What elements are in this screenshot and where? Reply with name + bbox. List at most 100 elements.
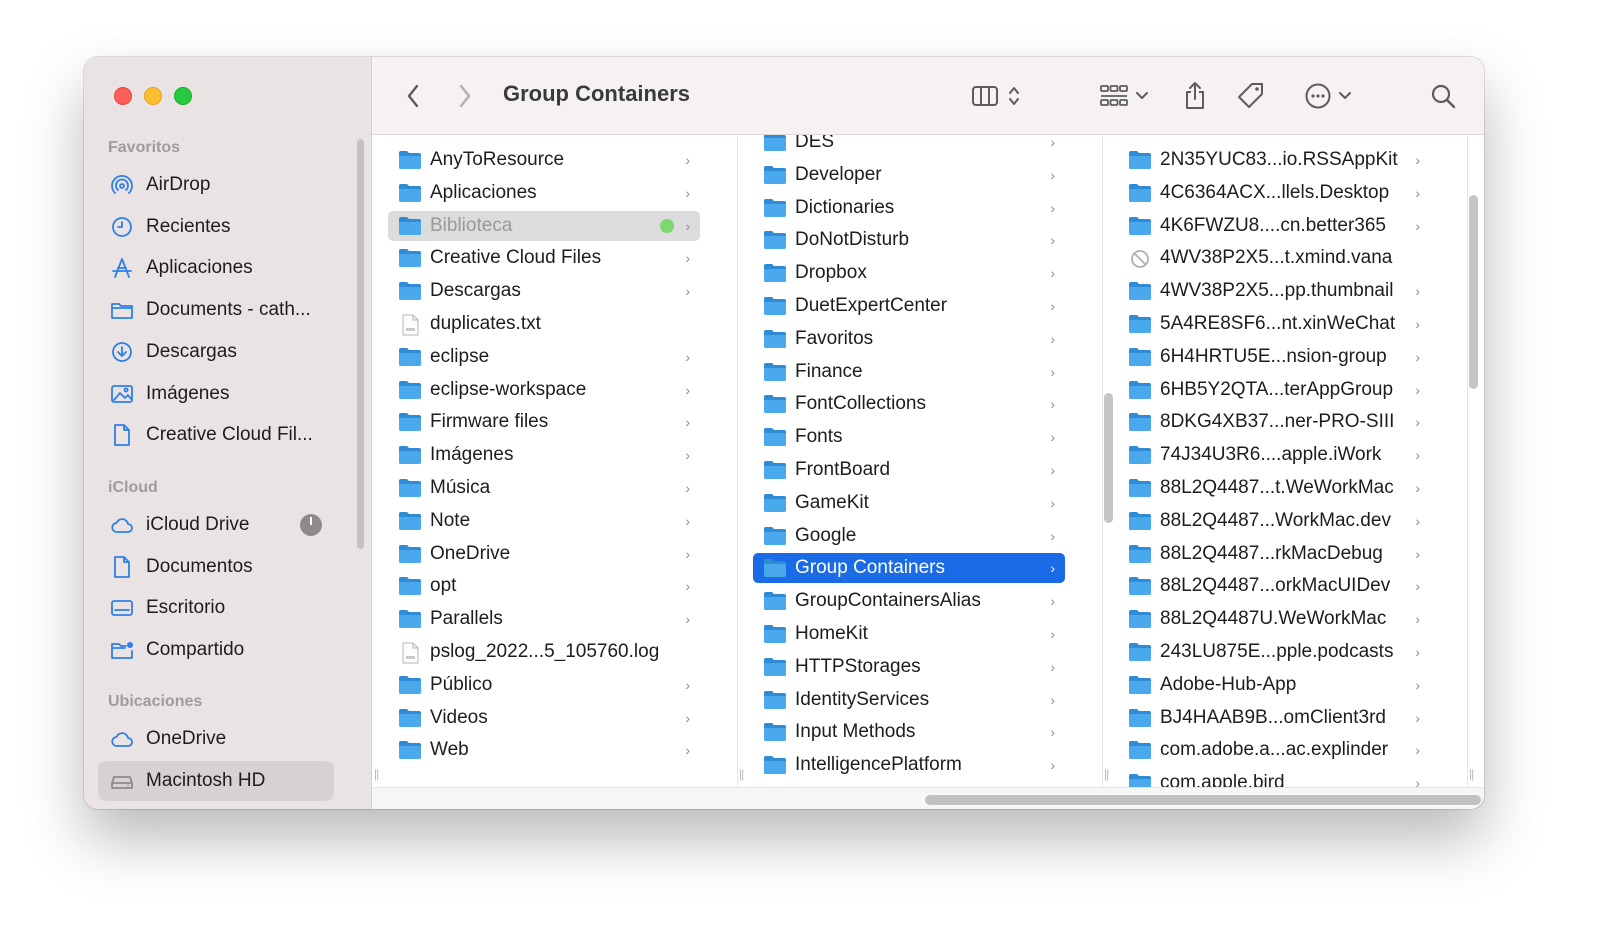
chevron-right-icon: › — [685, 676, 690, 693]
column-resize-handle[interactable]: || — [739, 767, 744, 781]
sidebar-item-recientes[interactable]: Recientes — [98, 207, 334, 247]
file-row[interactable]: 8DKG4XB37...ner-PRO-SIII › — [1118, 407, 1430, 437]
sidebar-item-icloud-drive[interactable]: iCloud Drive — [98, 505, 334, 545]
file-row[interactable]: GroupContainersAlias › — [753, 586, 1065, 616]
file-row[interactable]: eclipse › — [388, 342, 700, 372]
sidebar-item-im-genes[interactable]: Imágenes — [98, 374, 334, 414]
file-row[interactable]: 4WV38P2X5...t.xmind.vana — [1118, 243, 1430, 273]
file-row[interactable]: Input Methods › — [753, 717, 1065, 747]
file-row[interactable]: 5A4RE8SF6...nt.xinWeChat › — [1118, 309, 1430, 339]
sidebar-item-creative-cloud-fil[interactable]: Creative Cloud Fil... — [98, 415, 334, 455]
file-row[interactable]: opt › — [388, 571, 700, 601]
file-row[interactable]: Descargas › — [388, 276, 700, 306]
file-row[interactable]: FrontBoard › — [753, 455, 1065, 485]
file-row[interactable]: Aplicaciones › — [388, 178, 700, 208]
file-row[interactable]: Favoritos › — [753, 324, 1065, 354]
column-resize-handle[interactable]: || — [1469, 767, 1474, 781]
close-window-button[interactable] — [114, 87, 132, 105]
sidebar-item-onedrive[interactable]: OneDrive — [98, 719, 334, 759]
back-button[interactable] — [398, 79, 428, 113]
file-row[interactable]: Dictionaries › — [753, 193, 1065, 223]
file-row[interactable]: Finance › — [753, 357, 1065, 387]
chevron-right-icon: › — [685, 414, 690, 431]
file-row[interactable]: 6H4HRTU5E...nsion-group › — [1118, 342, 1430, 372]
sidebar-item-airdrop[interactable]: AirDrop — [98, 165, 334, 205]
file-row[interactable]: Note › — [388, 506, 700, 536]
file-row[interactable]: eclipse-workspace › — [388, 375, 700, 405]
sidebar-item-descargas[interactable]: Descargas — [98, 332, 334, 372]
forward-button[interactable] — [450, 79, 480, 113]
file-row[interactable]: 2N35YUC83...io.RSSAppKit › — [1118, 145, 1430, 175]
file-row[interactable]: 4C6364ACX...llels.Desktop › — [1118, 178, 1430, 208]
share-button[interactable] — [1180, 79, 1210, 113]
file-row[interactable]: AnyToResource › — [388, 145, 700, 175]
file-row[interactable]: 88L2Q4487...t.WeWorkMac › — [1118, 473, 1430, 503]
file-row[interactable]: IdentityServices › — [753, 685, 1065, 715]
sidebar-section-favoritos[interactable]: Favoritos — [108, 139, 180, 157]
file-row[interactable]: com.apple.bird › — [1118, 768, 1430, 787]
file-row[interactable]: Web › — [388, 735, 700, 765]
file-row[interactable]: DoNotDisturb › — [753, 225, 1065, 255]
sidebar-section-ubicaciones[interactable]: Ubicaciones — [108, 693, 202, 711]
sidebar-scrollbar[interactable] — [357, 139, 364, 549]
file-row[interactable]: Firmware files › — [388, 407, 700, 437]
sidebar-item-macintosh-hd[interactable]: Macintosh HD — [98, 760, 334, 801]
file-row[interactable]: pslog_2022...5_105760.log — [388, 637, 700, 667]
file-row[interactable]: Imágenes › — [388, 440, 700, 470]
file-row[interactable]: DuetExpertCenter › — [753, 291, 1065, 321]
column-resize-handle[interactable]: || — [1104, 767, 1109, 781]
zoom-window-button[interactable] — [174, 87, 192, 105]
file-row[interactable]: Parallels › — [388, 604, 700, 634]
file-row[interactable]: Developer › — [753, 160, 1065, 190]
file-row[interactable]: Fonts › — [753, 422, 1065, 452]
folder-icon — [1128, 478, 1152, 498]
file-row[interactable]: duplicates.txt — [388, 309, 700, 339]
file-row[interactable]: Público › — [388, 670, 700, 700]
sidebar-section-icloud[interactable]: iCloud — [108, 479, 158, 497]
file-row[interactable]: DES › — [753, 135, 1065, 157]
horizontal-scrollbar[interactable] — [925, 795, 1481, 805]
sidebar-item-aplicaciones[interactable]: Aplicaciones — [98, 248, 334, 288]
file-row[interactable]: Google › — [753, 521, 1065, 551]
file-row[interactable]: HTTPStorages › — [753, 652, 1065, 682]
column-2-scrollbar[interactable] — [1104, 393, 1113, 523]
file-row[interactable]: Biblioteca › — [388, 210, 700, 241]
file-row[interactable]: Group Containers › — [753, 553, 1065, 584]
file-row[interactable]: 88L2Q4487...WorkMac.dev › — [1118, 506, 1430, 536]
column-3-scrollbar[interactable] — [1469, 195, 1478, 389]
file-row[interactable]: 88L2Q4487U.WeWorkMac › — [1118, 604, 1430, 634]
file-row[interactable]: IntelligencePlatform › — [753, 750, 1065, 780]
file-row[interactable]: 74J34U3R6....apple.iWork › — [1118, 440, 1430, 470]
file-row[interactable]: com.adobe.a...ac.explinder › — [1118, 735, 1430, 765]
search-button[interactable] — [1428, 79, 1458, 113]
group-button[interactable] — [1094, 79, 1154, 113]
file-row[interactable]: FontCollections › — [753, 389, 1065, 419]
more-actions-button[interactable] — [1300, 79, 1356, 113]
file-row[interactable]: 88L2Q4487...orkMacUIDev › — [1118, 571, 1430, 601]
sidebar-item-documents-cath[interactable]: Documents - cath... — [98, 290, 334, 330]
file-row[interactable]: Adobe-Hub-App › — [1118, 670, 1430, 700]
file-row[interactable]: 243LU875E...pple.podcasts › — [1118, 637, 1430, 667]
file-row[interactable]: HomeKit › — [753, 619, 1065, 649]
file-row[interactable]: 4K6FWZU8....cn.better365 › — [1118, 211, 1430, 241]
column-resize-handle[interactable]: || — [374, 767, 379, 781]
file-row[interactable]: BJ4HAAB9B...omClient3rd › — [1118, 703, 1430, 733]
document-icon — [110, 555, 134, 579]
file-row[interactable]: 4WV38P2X5...pp.thumbnail › — [1118, 276, 1430, 306]
file-row[interactable]: Videos › — [388, 703, 700, 733]
sidebar-item-documentos[interactable]: Documentos — [98, 547, 334, 587]
file-row[interactable]: OneDrive › — [388, 539, 700, 569]
sidebar-item-escritorio[interactable]: Escritorio — [98, 588, 334, 628]
sidebar-item-compartido[interactable]: Compartido — [98, 630, 334, 670]
file-row[interactable]: GameKit › — [753, 488, 1065, 518]
tag-button[interactable] — [1234, 79, 1268, 113]
file-name: Público — [430, 673, 493, 695]
file-row[interactable]: 88L2Q4487...rkMacDebug › — [1118, 539, 1430, 569]
file-row[interactable]: Creative Cloud Files › — [388, 243, 700, 273]
file-row[interactable]: Dropbox › — [753, 258, 1065, 288]
file-name: IdentityServices — [795, 688, 930, 710]
minimize-window-button[interactable] — [144, 87, 162, 105]
view-mode-button[interactable] — [966, 79, 1026, 113]
file-row[interactable]: Música › — [388, 473, 700, 503]
file-row[interactable]: 6HB5Y2QTA...terAppGroup › — [1118, 375, 1430, 405]
